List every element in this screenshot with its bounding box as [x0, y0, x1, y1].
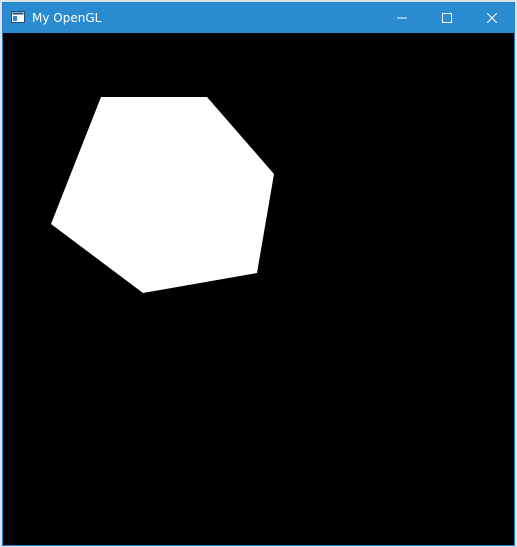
close-icon: [486, 13, 497, 23]
minimize-button[interactable]: [379, 3, 424, 33]
app-window: My OpenGL: [2, 2, 515, 546]
white-heptagon: [51, 97, 274, 293]
app-window-icon: [11, 11, 25, 23]
opengl-viewport: [51, 97, 274, 293]
window-title: My OpenGL: [32, 11, 102, 25]
maximize-icon: [441, 13, 452, 23]
opengl-canvas[interactable]: [3, 33, 514, 545]
title-bar[interactable]: My OpenGL: [3, 3, 514, 33]
close-button[interactable]: [469, 3, 514, 33]
maximize-button[interactable]: [424, 3, 469, 33]
minimize-icon: [396, 17, 407, 19]
